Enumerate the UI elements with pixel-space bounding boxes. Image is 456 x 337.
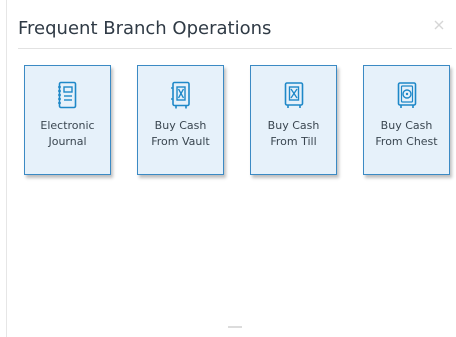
vault-icon — [170, 81, 190, 109]
panel-title: Frequent Branch Operations — [18, 18, 272, 39]
close-icon — [434, 20, 444, 30]
electronic-journal-label: Electronic Journal — [40, 119, 95, 148]
resize-handle[interactable] — [228, 326, 242, 328]
panel-border — [6, 0, 7, 337]
frequent-branch-operations-panel: Frequent Branch Operations Electronic Jo… — [6, 0, 456, 337]
buy-cash-from-vault-label: Buy Cash From Vault — [151, 119, 210, 148]
close-button[interactable] — [432, 18, 446, 32]
buy-cash-from-chest-tile[interactable]: Buy Cash From Chest — [363, 65, 450, 175]
chest-icon — [397, 82, 416, 108]
operations-tiles: Electronic Journal Buy Cash From Vault B… — [24, 65, 454, 177]
header-divider — [18, 48, 452, 49]
till-icon — [284, 82, 303, 108]
buy-cash-from-chest-label: Buy Cash From Chest — [375, 119, 438, 148]
buy-cash-from-till-label: Buy Cash From Till — [267, 119, 320, 148]
electronic-journal-tile[interactable]: Electronic Journal — [24, 65, 111, 175]
buy-cash-from-till-tile[interactable]: Buy Cash From Till — [250, 65, 337, 175]
buy-cash-from-vault-tile[interactable]: Buy Cash From Vault — [137, 65, 224, 175]
journal-icon — [57, 81, 76, 109]
